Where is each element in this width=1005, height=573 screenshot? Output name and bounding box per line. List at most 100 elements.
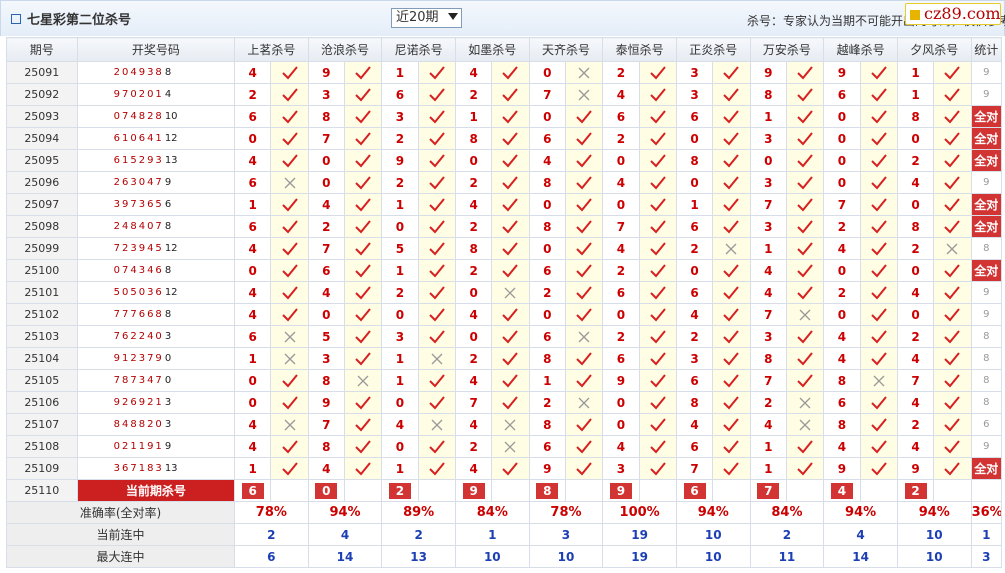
current-blank bbox=[785, 479, 825, 502]
column-header-expert[interactable]: 上茗杀号 bbox=[234, 37, 309, 62]
kill-number: 9 bbox=[602, 369, 640, 392]
stat-value: 10 bbox=[454, 545, 530, 568]
kill-number: 8 bbox=[823, 413, 861, 436]
kill-number: 4 bbox=[749, 281, 787, 304]
column-header-expert[interactable]: 尼诺杀号 bbox=[381, 37, 456, 62]
result-mark bbox=[785, 435, 825, 458]
table-row: 25105 7873470 0 8 1 4 1 9 6 7 8 7 8 bbox=[6, 369, 1003, 392]
check-icon bbox=[650, 65, 666, 79]
hit-count: 8 bbox=[970, 391, 1003, 414]
result-mark bbox=[933, 171, 972, 194]
kill-number: 4 bbox=[454, 457, 493, 480]
cross-icon bbox=[873, 375, 885, 386]
cross-icon bbox=[505, 287, 516, 298]
column-header-expert[interactable]: 沧浪杀号 bbox=[307, 37, 383, 62]
period-cell: 25096 bbox=[6, 171, 78, 194]
kill-number: 4 bbox=[234, 61, 272, 84]
period-select[interactable]: 近20期 bbox=[391, 8, 462, 28]
current-kill-number: 9 bbox=[454, 479, 493, 502]
check-icon bbox=[502, 175, 519, 189]
kill-number: 8 bbox=[896, 105, 935, 128]
result-mark bbox=[859, 83, 898, 106]
kill-number: 8 bbox=[307, 435, 345, 458]
column-header-expert[interactable]: 天齐杀号 bbox=[528, 37, 604, 62]
result-mark bbox=[343, 61, 383, 84]
kill-number: 0 bbox=[381, 215, 419, 238]
check-icon bbox=[576, 197, 592, 211]
result-mark bbox=[417, 171, 456, 194]
check-icon bbox=[797, 219, 813, 233]
result-mark bbox=[933, 369, 972, 392]
check-icon bbox=[502, 307, 519, 321]
column-header-expert[interactable]: 夕风杀号 bbox=[896, 37, 972, 62]
kill-number: 4 bbox=[381, 413, 419, 436]
current-streak-row: 当前连中 2 4 2 1 3 19 10 2 4 10 1 bbox=[5, 523, 1003, 546]
result-mark bbox=[785, 259, 825, 282]
current-kill-value: 8 bbox=[536, 482, 559, 499]
result-mark bbox=[564, 369, 604, 392]
kill-number: 2 bbox=[454, 83, 493, 106]
draw-sum: 13 bbox=[164, 463, 178, 474]
stat-value: 14 bbox=[823, 545, 898, 568]
check-icon bbox=[576, 109, 592, 123]
kill-number: 7 bbox=[749, 193, 787, 216]
kill-number: 6 bbox=[528, 259, 566, 282]
table-row: 25101 50503612 4 4 2 0 2 6 6 4 2 4 9 bbox=[6, 281, 1003, 304]
result-mark bbox=[491, 149, 530, 172]
draw-digits: 367183 bbox=[113, 463, 164, 474]
check-icon bbox=[650, 285, 666, 299]
result-mark bbox=[564, 457, 604, 480]
check-icon bbox=[281, 87, 298, 101]
kill-number: 6 bbox=[675, 281, 714, 304]
result-mark bbox=[859, 281, 898, 304]
kill-number: 3 bbox=[307, 83, 345, 106]
result-mark bbox=[638, 215, 677, 238]
column-header-expert[interactable]: 越峰杀号 bbox=[823, 37, 898, 62]
table-row: 25107 8488203 4 7 4 4 8 0 4 4 8 2 6 bbox=[6, 413, 1003, 436]
column-header-expert[interactable]: 如墨杀号 bbox=[454, 37, 530, 62]
result-mark bbox=[638, 105, 677, 128]
kill-number: 4 bbox=[896, 281, 935, 304]
check-icon bbox=[871, 329, 887, 343]
result-mark bbox=[785, 105, 825, 128]
result-mark bbox=[417, 457, 456, 480]
kill-number: 2 bbox=[454, 347, 493, 370]
column-header-expert[interactable]: 正炎杀号 bbox=[675, 37, 751, 62]
result-mark bbox=[270, 149, 309, 172]
check-icon bbox=[723, 329, 740, 343]
check-icon bbox=[944, 307, 961, 321]
check-icon bbox=[650, 175, 666, 189]
column-header-expert[interactable]: 泰恒杀号 bbox=[602, 37, 677, 62]
kill-number: 2 bbox=[381, 127, 419, 150]
check-icon bbox=[281, 285, 298, 299]
check-icon bbox=[429, 109, 445, 123]
result-mark bbox=[417, 193, 456, 216]
site-logo[interactable]: cz89.com bbox=[905, 3, 1001, 25]
check-icon bbox=[576, 241, 592, 255]
draw-sum: 13 bbox=[164, 155, 178, 166]
result-mark bbox=[859, 127, 898, 150]
check-icon bbox=[944, 87, 961, 101]
kill-number: 3 bbox=[381, 325, 419, 348]
kill-number: 8 bbox=[528, 171, 566, 194]
result-mark bbox=[417, 105, 456, 128]
draw-sum: 8 bbox=[164, 265, 172, 276]
current-stat-blank bbox=[970, 479, 1003, 502]
check-icon bbox=[281, 439, 298, 453]
stat-value: 3 bbox=[528, 523, 604, 546]
kill-number: 4 bbox=[675, 303, 714, 326]
check-icon bbox=[355, 263, 371, 277]
draw-sum: 9 bbox=[164, 177, 172, 188]
period-cell: 25094 bbox=[6, 127, 78, 150]
kill-number: 2 bbox=[528, 281, 566, 304]
check-icon bbox=[797, 87, 813, 101]
check-icon bbox=[723, 439, 740, 453]
result-mark bbox=[270, 391, 309, 414]
result-mark bbox=[343, 347, 383, 370]
check-icon bbox=[650, 153, 666, 167]
result-mark bbox=[712, 435, 751, 458]
check-icon bbox=[502, 395, 519, 409]
stat-value: 1 bbox=[454, 523, 530, 546]
column-header-expert[interactable]: 万安杀号 bbox=[749, 37, 825, 62]
draw-digits: 505036 bbox=[113, 287, 164, 298]
